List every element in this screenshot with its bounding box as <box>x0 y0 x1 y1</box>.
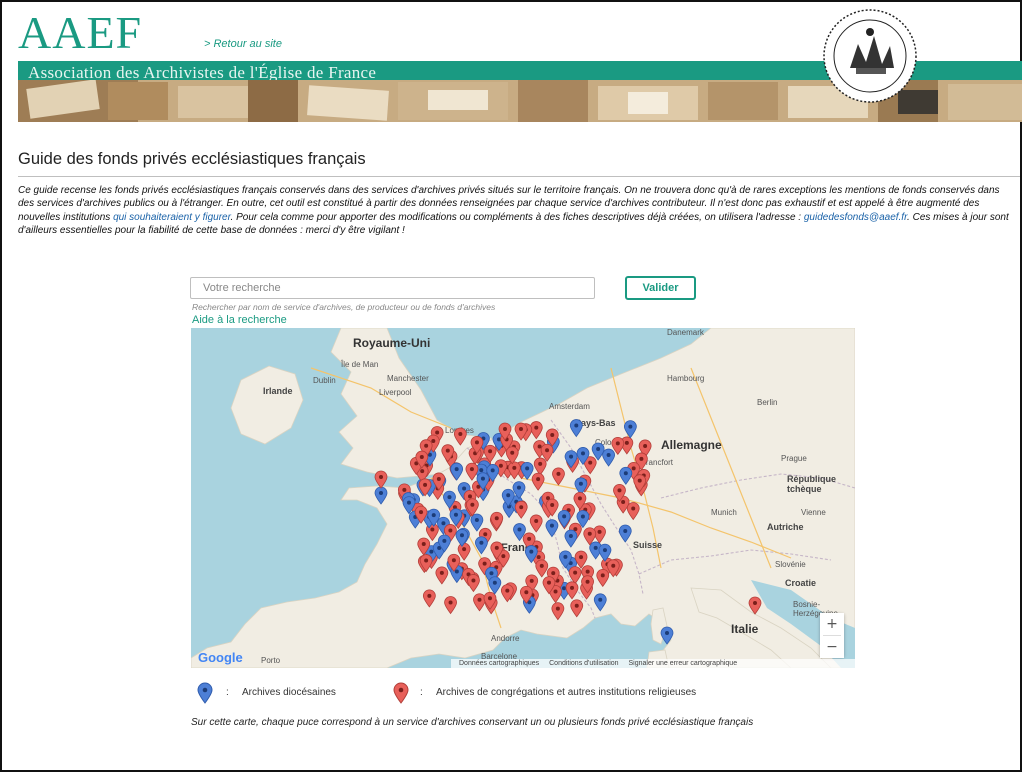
diocesan-archive-pin[interactable] <box>488 576 502 595</box>
congregation-archive-pin[interactable] <box>748 596 762 615</box>
blue-pin-icon <box>197 682 213 704</box>
diocesan-archive-pin[interactable] <box>557 509 571 529</box>
diocesan-archive-pin[interactable] <box>602 448 616 467</box>
congregation-archive-pin[interactable] <box>467 574 480 593</box>
congregation-archive-pin[interactable] <box>422 589 436 608</box>
congregation-archive-pin[interactable] <box>565 581 579 600</box>
intro-paragraph: Ce guide recense les fonds privés ecclés… <box>18 184 1018 238</box>
congregation-archive-pin[interactable] <box>453 427 467 446</box>
congregation-archive-pin[interactable] <box>465 462 479 481</box>
congregation-archive-pin[interactable] <box>626 502 640 521</box>
legend-separator-diocesan: : <box>226 687 229 698</box>
congregation-archive-pin[interactable] <box>570 599 584 618</box>
congregation-archive-pin[interactable] <box>531 472 545 491</box>
red-pin-icon <box>393 682 409 704</box>
congregation-archive-pin[interactable] <box>596 568 610 588</box>
diocesan-archive-pin[interactable] <box>619 466 633 485</box>
congregation-archive-pin[interactable] <box>435 566 449 585</box>
map-data-link[interactable]: Données cartographiques <box>459 659 539 668</box>
contact-email-link[interactable]: guidedesfonds@aaef.fr <box>804 212 907 223</box>
diocesan-archive-pin[interactable] <box>450 462 464 481</box>
map-pin-layer[interactable] <box>191 328 855 668</box>
congregation-archive-pin[interactable] <box>568 566 582 585</box>
map-report-error-link[interactable]: Signaler une erreur cartographique <box>629 659 738 668</box>
map-footnote: Sur cette carte, chaque puce correspond … <box>191 717 754 728</box>
congregation-archive-pin[interactable] <box>374 470 388 489</box>
congregation-archive-pin[interactable] <box>457 542 471 561</box>
diocesan-archive-pin[interactable] <box>374 486 388 505</box>
archives-map[interactable]: Royaume-Uni Irlande Dublin Île de Man Ma… <box>191 328 855 668</box>
congregation-archive-pin[interactable] <box>507 461 521 480</box>
page-title: Guide des fonds privés ecclésiastiques f… <box>18 150 366 168</box>
intro-text-2: . Pour cela comme pour apporter des modi… <box>230 211 804 223</box>
search-input[interactable] <box>190 277 595 299</box>
congregation-archive-pin[interactable] <box>444 596 457 615</box>
diocesan-archive-pin[interactable] <box>593 593 607 612</box>
diocesan-archive-pin[interactable] <box>623 420 637 439</box>
congregation-archive-pin[interactable] <box>500 584 514 603</box>
congregation-archive-pin[interactable] <box>533 457 547 476</box>
validate-button[interactable]: Valider <box>625 276 696 300</box>
search-help-link[interactable]: Aide à la recherche <box>192 314 287 326</box>
congregation-archive-pin[interactable] <box>552 467 565 486</box>
congregation-archive-pin[interactable] <box>514 500 528 519</box>
map-terms-link[interactable]: Conditions d'utilisation <box>549 659 618 668</box>
congregation-archive-pin[interactable] <box>535 559 549 578</box>
diocesan-archive-pin[interactable] <box>470 513 484 532</box>
diocesan-archive-pin[interactable] <box>660 626 674 645</box>
congregation-archive-pin[interactable] <box>473 593 486 612</box>
diocesan-archive-pin[interactable] <box>475 536 488 555</box>
legend-separator-congregation: : <box>420 687 423 698</box>
map-zoom-control: + − <box>820 613 844 658</box>
site-logo[interactable]: AAEF <box>18 6 142 59</box>
legend-congregation-label: Archives de congrégations et autres inst… <box>436 687 697 698</box>
map-zoom-in-button[interactable]: + <box>820 613 844 635</box>
congregation-archive-pin[interactable] <box>529 514 543 533</box>
congregation-archive-pin[interactable] <box>490 511 504 530</box>
congregation-archive-pin[interactable] <box>574 550 588 569</box>
google-logo[interactable]: Google <box>198 650 243 665</box>
diocesan-archive-pin[interactable] <box>564 529 578 548</box>
google-logo-text: Google <box>198 650 243 665</box>
map-footer: Données cartographiques Conditions d'uti… <box>451 659 855 668</box>
diocesan-archive-pin[interactable] <box>569 419 583 438</box>
diocesan-archive-pin[interactable] <box>591 442 605 461</box>
diocesan-archive-pin[interactable] <box>618 524 632 543</box>
diocesan-archive-pin[interactable] <box>545 519 559 538</box>
join-guide-link[interactable]: qui souhaiteraient y figurer <box>113 212 230 223</box>
map-zoom-out-button[interactable]: − <box>820 636 844 658</box>
archives-seal-logo <box>808 6 926 106</box>
back-to-site-link[interactable]: > Retour au site <box>204 38 282 50</box>
congregation-archive-pin[interactable] <box>551 602 565 621</box>
search-hint: Rechercher par nom de service d'archives… <box>192 302 496 312</box>
title-divider <box>18 176 1020 177</box>
legend-diocesan-label: Archives diocésaines <box>242 687 336 698</box>
